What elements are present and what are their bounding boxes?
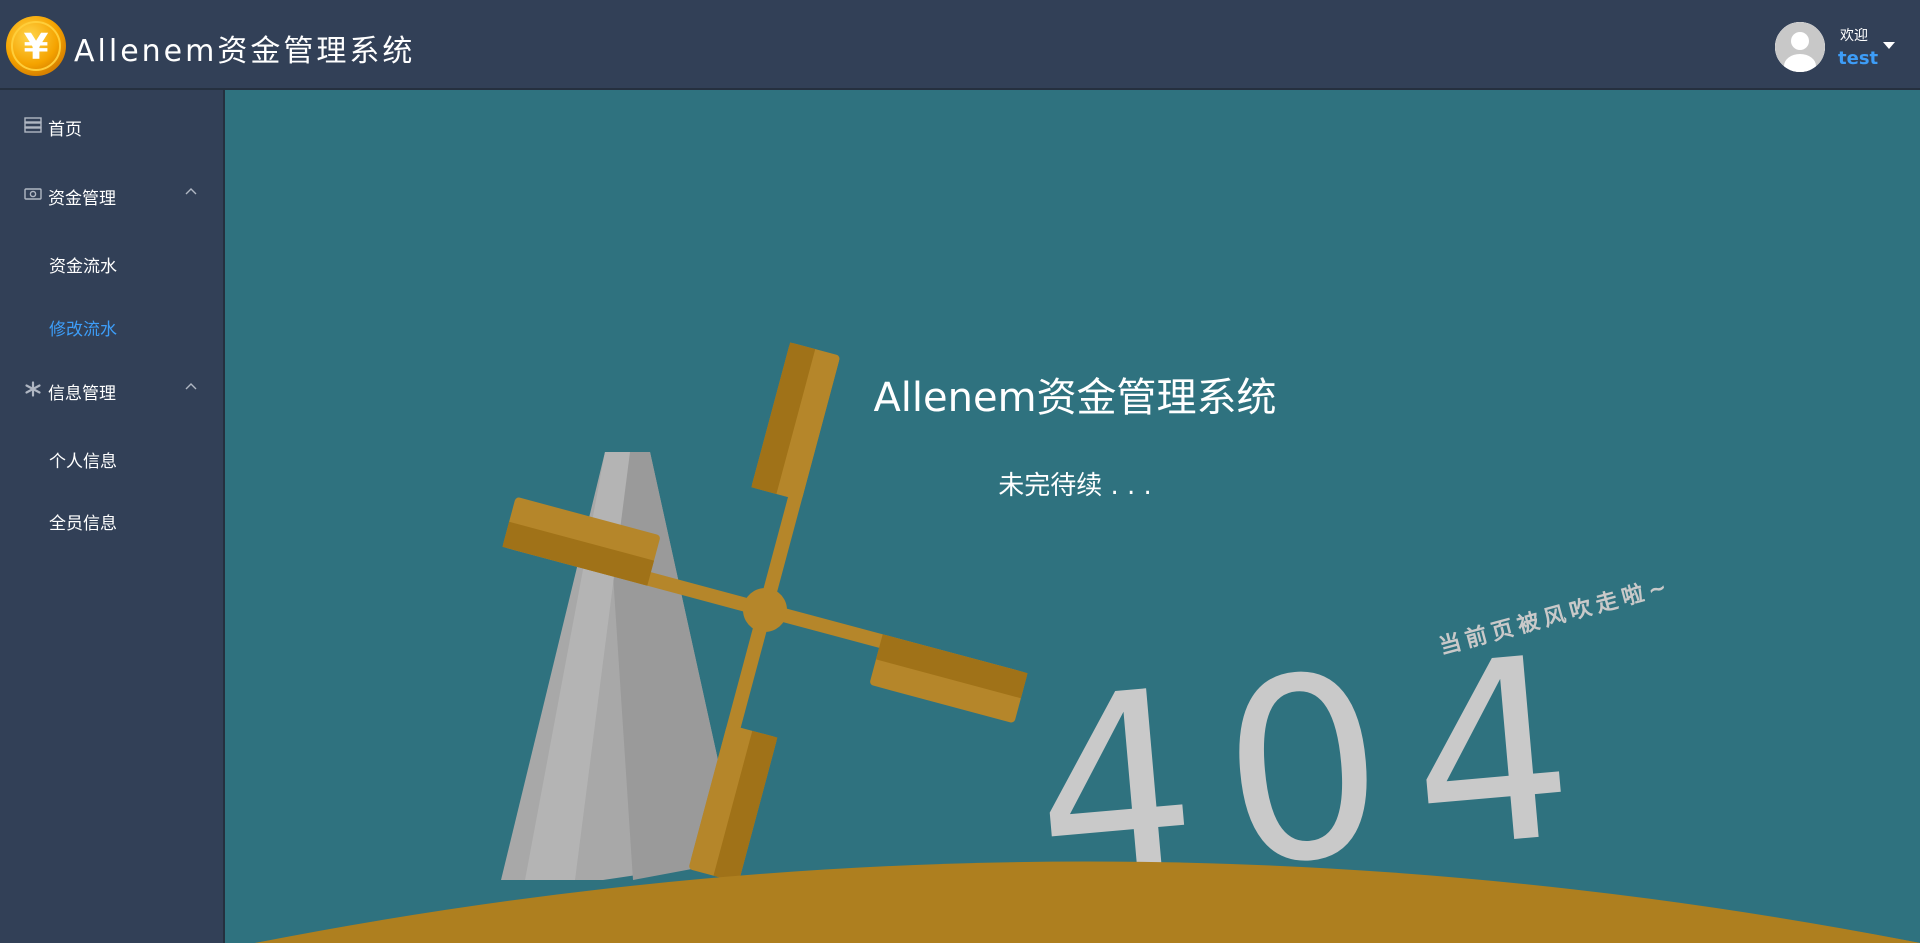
sidebar-subitem-all-members[interactable]: 全员信息 [0, 492, 223, 548]
sidebar-item-home[interactable]: 首页 [0, 98, 223, 154]
sidebar-subitem-label: 个人信息 [49, 452, 117, 472]
caret-down-icon[interactable] [1883, 42, 1895, 49]
yen-coin-icon[interactable]: ¥ [5, 15, 67, 77]
sidebar-item-info[interactable]: 信息管理 [0, 362, 223, 418]
sidebar-item-label: 信息管理 [48, 384, 116, 404]
welcome-label: 欢迎 [1840, 28, 1868, 44]
top-header: ¥ Allenem资金管理系统 欢迎 test [0, 0, 1920, 90]
gear-icon [25, 381, 41, 397]
page-title: Allenem资金管理系统 [873, 375, 1277, 421]
money-icon [24, 188, 42, 200]
sidebar-item-label: 首页 [48, 120, 82, 140]
svg-text:¥: ¥ [23, 27, 48, 68]
sidebar-subitem-cashflow[interactable]: 资金流水 [0, 235, 223, 291]
avatar[interactable] [1775, 22, 1825, 72]
user-avatar-icon [1775, 22, 1825, 72]
sidebar-subitem-label: 资金流水 [49, 257, 117, 277]
sidebar-item-label: 资金管理 [48, 189, 116, 209]
server-icon [24, 117, 42, 133]
main-content: 404 当前页被风吹走啦~ Allenem资金管理系统 未完待续 . . . [225, 90, 1920, 943]
page-subtitle: 未完待续 . . . [998, 471, 1152, 501]
chevron-up-icon[interactable] [184, 187, 198, 197]
error-code: 404 [1023, 599, 1614, 939]
sidebar: 首页 资金管理 资金流水 修改流水 信息管理 个人信息 全员信息 [0, 90, 225, 943]
sidebar-item-finance[interactable]: 资金管理 [0, 167, 223, 223]
username[interactable]: test [1838, 48, 1878, 69]
sidebar-subitem-edit-cashflow[interactable]: 修改流水 [0, 298, 223, 354]
sidebar-subitem-label: 全员信息 [49, 514, 117, 534]
sidebar-subitem-label: 修改流水 [49, 320, 117, 340]
chevron-up-icon[interactable] [184, 382, 198, 392]
sidebar-subitem-personal-info[interactable]: 个人信息 [0, 430, 223, 486]
app-title: Allenem资金管理系统 [74, 34, 416, 69]
